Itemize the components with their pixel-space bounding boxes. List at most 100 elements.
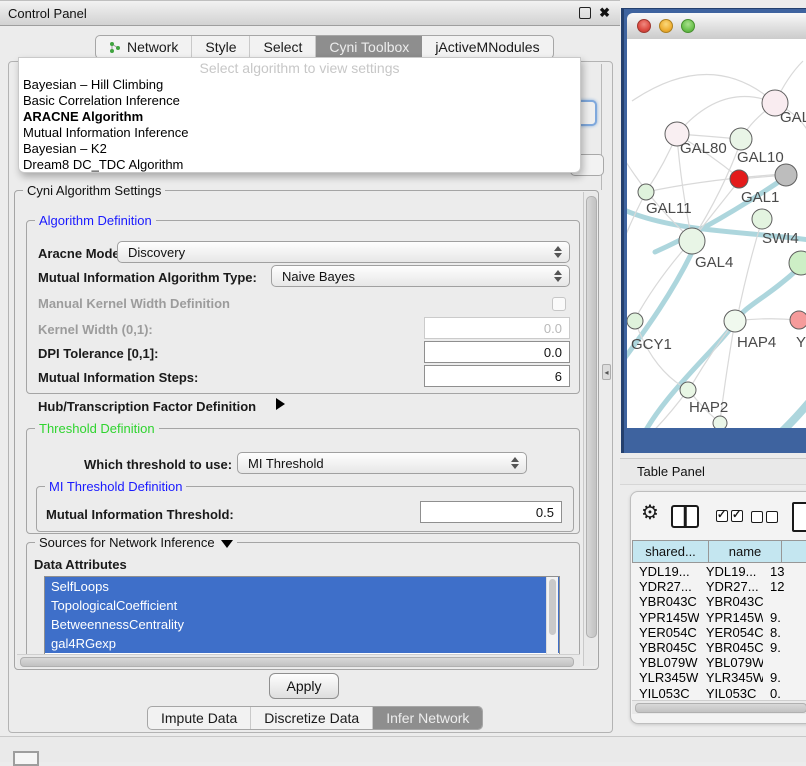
kernel-width-value: 0.0 <box>544 321 562 336</box>
node-label-gal10: GAL10 <box>737 149 784 166</box>
table-row[interactable]: YDR27...YDR27...12 <box>632 579 806 594</box>
network-canvas[interactable]: GALGAL80GAL10GAL1GAL11SWI4GAL4GCY1HAP4YH… <box>627 39 806 428</box>
aracne-mode-select[interactable]: Discovery <box>117 241 570 263</box>
table-row[interactable]: YLR345WYLR345W9. <box>632 670 806 685</box>
manual-kernel-width-checkbox[interactable] <box>552 297 566 311</box>
mi-algorithm-type-select[interactable]: Naive Bayes <box>271 265 570 287</box>
tab-impute-data[interactable]: Impute Data <box>148 707 251 729</box>
network-graph-icon <box>109 41 122 54</box>
tab-network[interactable]: Network <box>96 36 192 58</box>
attribute-item-selfloops[interactable]: SelfLoops <box>45 577 559 596</box>
kernel-width-input[interactable]: 0.0 <box>424 317 570 339</box>
tab-label: Impute Data <box>161 710 237 726</box>
dpi-tolerance-value: 0.0 <box>544 345 562 360</box>
network-node[interactable] <box>713 416 727 428</box>
algorithm-option-mutual-information-inference[interactable]: Mutual Information Inference <box>19 125 580 141</box>
tab-select[interactable]: Select <box>250 36 316 58</box>
network-node-y[interactable] <box>790 311 806 329</box>
attributes-list-scrollbar[interactable] <box>546 577 558 655</box>
which-threshold-select[interactable]: MI Threshold <box>237 452 527 474</box>
network-node-gal10[interactable] <box>730 128 752 150</box>
tab-jactivemnodules[interactable]: jActiveMNodules <box>422 36 552 58</box>
combo-arrows-icon <box>554 246 562 258</box>
attribute-item-betweennesscentrality[interactable]: BetweennessCentrality <box>45 615 559 634</box>
document-icon[interactable] <box>792 502 806 532</box>
dpi-tolerance-label: DPI Tolerance [0,1]: <box>38 346 158 361</box>
mi-threshold-input[interactable]: 0.5 <box>420 501 562 523</box>
table-cell: YDR27... <box>699 579 763 594</box>
table-row[interactable]: YBR045CYBR045C9. <box>632 640 806 655</box>
deselect-all-checkboxes-icon[interactable] <box>751 511 778 523</box>
network-node-gal11[interactable] <box>638 184 654 200</box>
columns-icon[interactable] <box>671 505 699 528</box>
tab-discretize-data[interactable]: Discretize Data <box>251 707 373 729</box>
aracne-mode-value: Discovery <box>128 245 185 260</box>
table-row[interactable]: YDL19...YDL19...13 <box>632 564 806 579</box>
expand-right-icon[interactable] <box>276 398 285 410</box>
table-cell: YIL053C <box>699 686 763 701</box>
network-node-gcy1[interactable] <box>627 313 643 329</box>
which-threshold-value: MI Threshold <box>248 456 324 471</box>
minimized-panel-icon[interactable] <box>13 751 39 766</box>
settings-vertical-scrollbar-thumb[interactable] <box>586 196 597 638</box>
table-cell: 0. <box>763 686 806 701</box>
attribute-item-topologicalcoefficient[interactable]: TopologicalCoefficient <box>45 596 559 615</box>
algorithm-option-bayesian-k2[interactable]: Bayesian – K2 <box>19 141 580 157</box>
table-horizontal-scrollbar-thumb[interactable] <box>635 703 806 713</box>
tab-style[interactable]: Style <box>192 36 250 58</box>
algorithm-option-dream8-dc-tdc-algorithm[interactable]: Dream8 DC_TDC Algorithm <box>19 157 580 173</box>
dpi-tolerance-input[interactable]: 0.0 <box>424 341 570 363</box>
network-node-hap4[interactable] <box>724 310 746 332</box>
column-header-a[interactable]: A <box>781 540 806 563</box>
select-all-checkboxes-icon[interactable] <box>716 510 743 522</box>
combo-arrows-icon <box>554 270 562 282</box>
table-row[interactable]: YIL053CYIL053C0. <box>632 686 806 701</box>
control-panel-tabbar: NetworkStyleSelectCyni Toolbox jActiveMNo… <box>95 35 554 59</box>
settings-vertical-scrollbar[interactable] <box>583 192 597 666</box>
algorithm-option-bayesian-hill-climbing[interactable]: Bayesian – Hill Climbing <box>19 77 580 93</box>
table-header-row: shared...nameA <box>632 540 806 563</box>
collapse-down-icon[interactable] <box>221 540 233 548</box>
tab-label: jActiveMNodules <box>435 39 539 55</box>
data-attributes-list[interactable]: SelfLoopsTopologicalCoefficientBetweenne… <box>44 576 560 658</box>
close-traffic-light-icon[interactable] <box>637 19 651 33</box>
column-header-name[interactable]: name <box>708 540 781 563</box>
table-horizontal-scrollbar[interactable] <box>632 700 806 714</box>
network-node-gal1[interactable] <box>730 170 748 188</box>
network-node-hap2[interactable] <box>680 382 696 398</box>
table-cell: YLR345W <box>632 670 699 685</box>
tab-infer-network[interactable]: Infer Network <box>373 707 482 729</box>
table-row[interactable]: YPR145WYPR145W9. <box>632 610 806 625</box>
close-icon[interactable]: ✖ <box>599 8 610 18</box>
mi-steps-input[interactable]: 6 <box>424 365 570 387</box>
node-label-hap2: HAP2 <box>689 399 728 416</box>
table-cell: 12 <box>763 579 806 594</box>
minimize-traffic-light-icon[interactable] <box>659 19 673 33</box>
network-window-titlebar[interactable] <box>627 13 806 40</box>
algorithm-option-aracne-algorithm[interactable]: ARACNE Algorithm <box>19 109 580 125</box>
algorithm-option-basic-correlation-inference[interactable]: Basic Correlation Inference <box>19 93 580 109</box>
table-row[interactable]: YER054CYER054C8. <box>632 625 806 640</box>
attributes-list-scrollbar-thumb[interactable] <box>549 579 556 635</box>
table-cell: YIL053C <box>632 686 699 701</box>
node-label-gcy1: GCY1 <box>631 336 672 353</box>
settings-horizontal-scrollbar-thumb[interactable] <box>20 657 574 667</box>
network-node[interactable] <box>775 164 797 186</box>
float-window-icon[interactable] <box>579 7 591 19</box>
algorithm-dropdown-placeholder: Select algorithm to view settings <box>19 60 580 77</box>
settings-horizontal-scrollbar[interactable] <box>17 654 580 668</box>
apply-button[interactable]: Apply <box>269 673 339 699</box>
attribute-item-gal4rgexp[interactable]: gal4RGexp <box>45 634 559 653</box>
algorithm-dropdown-popup: Select algorithm to view settings Bayesi… <box>18 57 581 173</box>
table-cell: 8. <box>763 625 806 640</box>
tab-cyni-toolbox[interactable]: Cyni Toolbox <box>316 36 422 58</box>
table-cell: YBL079W <box>632 655 699 670</box>
table-row[interactable]: YBR043CYBR043C <box>632 594 806 609</box>
column-header-shared[interactable]: shared... <box>632 540 708 563</box>
zoom-traffic-light-icon[interactable] <box>681 19 695 33</box>
network-node-swi4[interactable] <box>752 209 772 229</box>
network-node-gal4[interactable] <box>679 228 705 254</box>
panel-splitter-handle[interactable]: ◂ <box>602 364 611 380</box>
table-row[interactable]: YBL079WYBL079W <box>632 655 806 670</box>
gear-icon[interactable]: ⚙ <box>641 503 659 523</box>
